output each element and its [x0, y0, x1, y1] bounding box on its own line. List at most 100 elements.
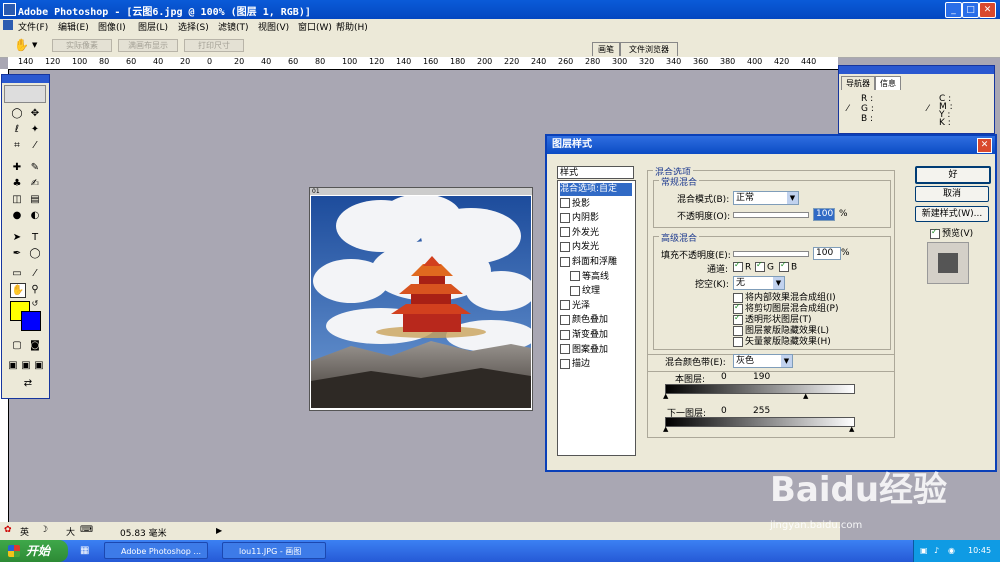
quick-mask-icon[interactable]: ◙	[28, 339, 42, 352]
tab-navigator[interactable]: 导航器	[841, 76, 875, 90]
menu-layer[interactable]: 图层(L)	[138, 20, 168, 33]
styles-header[interactable]: 样式	[557, 166, 634, 179]
style-list-item[interactable]: 投影	[560, 198, 590, 211]
ime-width[interactable]: 大	[66, 525, 75, 538]
dialog-titlebar[interactable]: 图层样式	[547, 136, 995, 154]
blur-tool-icon[interactable]: ●	[10, 209, 24, 222]
gradient-tool-icon[interactable]: ▤	[28, 193, 42, 206]
ime-mode[interactable]: 英	[20, 525, 29, 538]
menu-image[interactable]: 图像(I)	[98, 20, 126, 33]
blend-mode-select[interactable]: 正常 ▼	[733, 191, 799, 205]
network-icon[interactable]: ▣	[920, 540, 928, 562]
eyedropper-icon[interactable]: ⁄	[28, 267, 42, 280]
fill-opacity-slider[interactable]	[733, 251, 809, 257]
print-size-button[interactable]: 打印尺寸	[184, 39, 244, 52]
menu-window[interactable]: 窗口(W)	[298, 20, 332, 33]
channel-b-checkbox[interactable]: B	[779, 262, 797, 273]
volume-icon[interactable]: ♪	[934, 540, 939, 562]
history-brush-icon[interactable]: ✍	[28, 177, 42, 190]
pen-tool-icon[interactable]: ✒	[10, 247, 24, 260]
hand-tool-icon[interactable]: ✋	[10, 283, 26, 298]
screen-mode-full-icon[interactable]: ▣	[32, 359, 46, 372]
style-list-item[interactable]: 图案叠加	[560, 344, 608, 357]
stamp-tool-icon[interactable]: ♣	[10, 177, 24, 190]
style-checkbox[interactable]	[560, 256, 570, 267]
taskbar-paint[interactable]: lou11.JPG - 画图	[222, 542, 326, 559]
status-arrow-icon[interactable]: ▶	[216, 526, 222, 535]
tab-info[interactable]: 信息	[875, 76, 901, 90]
hand-tool-icon[interactable]: ✋	[14, 38, 29, 52]
style-list-item[interactable]: 内阴影	[560, 212, 599, 225]
zoom-tool-icon[interactable]: ⚲	[28, 283, 42, 296]
menu-select[interactable]: 选择(S)	[178, 20, 209, 33]
channel-r-checkbox[interactable]: R	[733, 262, 751, 273]
palette-header[interactable]	[839, 66, 994, 74]
marquee-tool-icon[interactable]: ◯	[10, 107, 24, 120]
shape-tool-icon[interactable]: ◯	[28, 247, 42, 260]
new-style-button[interactable]: 新建样式(W)...	[915, 206, 989, 222]
background-color-swatch[interactable]	[21, 311, 41, 331]
style-checkbox[interactable]	[560, 227, 570, 238]
start-button[interactable]: 开始	[0, 540, 68, 562]
chevron-down-icon[interactable]: ▼	[32, 41, 37, 49]
style-list-item[interactable]: 纹理	[570, 285, 600, 298]
opacity-input[interactable]: 100	[813, 208, 835, 221]
style-list-item[interactable]: 描边	[560, 358, 590, 371]
slider-handle-white[interactable]: ▲	[803, 392, 808, 400]
opacity-slider[interactable]	[733, 212, 809, 218]
swap-colors-icon[interactable]: ↺	[28, 297, 42, 310]
type-tool-icon[interactable]: T	[28, 231, 42, 244]
style-checkbox[interactable]	[560, 344, 570, 355]
knockout-select[interactable]: 无 ▼	[733, 276, 785, 290]
slider-handle-white[interactable]: ▲	[849, 425, 854, 433]
dialog-close-button[interactable]: ✕	[977, 138, 992, 153]
healing-brush-icon[interactable]: ✚	[10, 161, 24, 174]
style-checkbox[interactable]	[560, 212, 570, 223]
jump-to-imageready-icon[interactable]: ⇄	[16, 377, 40, 390]
this-layer-gradient[interactable]	[665, 384, 855, 394]
image-canvas[interactable]	[311, 196, 531, 408]
style-list-item[interactable]: 等高线	[570, 271, 609, 284]
crop-tool-icon[interactable]: ⌗	[10, 139, 24, 152]
taskbar-photoshop[interactable]: Adobe Photoshop ...	[104, 542, 208, 559]
menu-file[interactable]: 文件(F)	[18, 20, 48, 33]
preview-checkbox[interactable]: 预览(V)	[930, 226, 973, 239]
style-list-item[interactable]: 渐变叠加	[560, 329, 608, 342]
style-list-item[interactable]: 外发光	[560, 227, 599, 240]
style-list-item[interactable]: 光泽	[560, 300, 590, 313]
advanced-blend-checkbox[interactable]: 矢量蒙版隐藏效果(H)	[733, 334, 831, 347]
standard-mode-icon[interactable]: ▢	[10, 339, 24, 352]
ime-tray-icon[interactable]: ◉	[948, 540, 955, 562]
screen-mode-standard-icon[interactable]: ▣	[6, 359, 20, 372]
magic-wand-icon[interactable]: ✦	[28, 123, 42, 136]
toolbox-header[interactable]	[2, 75, 49, 83]
path-select-icon[interactable]: ➤	[10, 231, 24, 244]
lasso-tool-icon[interactable]: ℓ	[10, 123, 24, 136]
fit-screen-button[interactable]: 满画布显示	[118, 39, 178, 52]
style-checkbox[interactable]	[560, 241, 570, 252]
menu-edit[interactable]: 编辑(E)	[58, 20, 89, 33]
document-titlebar[interactable]: 01	[310, 188, 532, 195]
slice-tool-icon[interactable]: ⁄	[28, 139, 42, 152]
style-list-item[interactable]: 颜色叠加	[560, 314, 608, 327]
keyboard-icon[interactable]: ⌨	[80, 525, 93, 535]
ime-icon[interactable]: ✿	[4, 525, 12, 535]
menu-filter[interactable]: 滤镜(T)	[218, 20, 249, 33]
channel-g-checkbox[interactable]: G	[755, 262, 774, 273]
under-layer-gradient[interactable]	[665, 417, 855, 427]
tab-file-browser[interactable]: 文件浏览器	[620, 42, 678, 56]
menu-view[interactable]: 视图(V)	[258, 20, 289, 33]
screen-mode-full-menu-icon[interactable]: ▣	[19, 359, 33, 372]
style-checkbox[interactable]	[560, 329, 570, 340]
minimize-button[interactable]: _	[945, 2, 962, 18]
ok-button[interactable]: 好	[915, 166, 991, 184]
style-checkbox[interactable]	[570, 285, 580, 296]
moon-icon[interactable]: ☽	[40, 525, 48, 535]
style-checkbox[interactable]	[560, 198, 570, 209]
blend-if-select[interactable]: 灰色 ▼	[733, 354, 793, 368]
show-desktop-icon[interactable]: ▦	[80, 545, 89, 556]
slider-handle-black[interactable]: ▲	[663, 392, 668, 400]
eraser-tool-icon[interactable]: ◫	[10, 193, 24, 206]
style-checkbox[interactable]	[560, 358, 570, 369]
maximize-button[interactable]: □	[962, 2, 979, 18]
